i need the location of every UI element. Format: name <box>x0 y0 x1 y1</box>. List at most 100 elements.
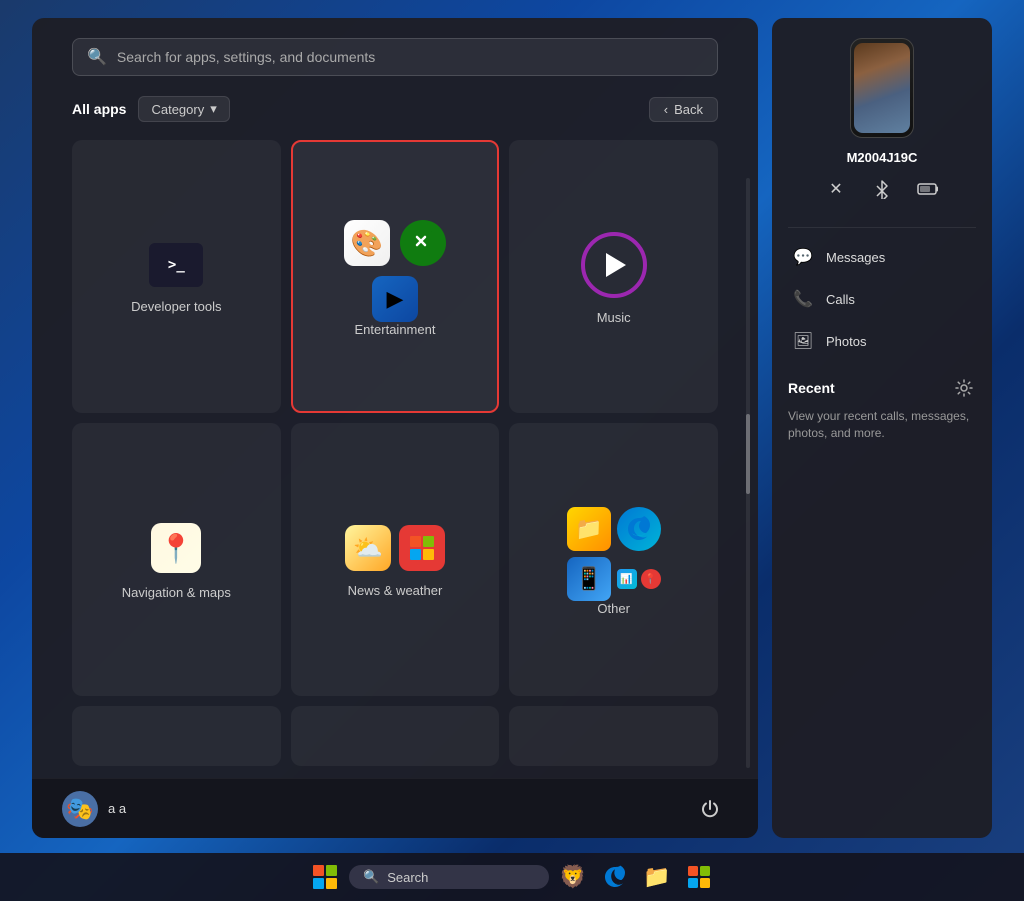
bluetooth-symbol <box>874 179 890 199</box>
tile-icons: >_ <box>82 243 271 287</box>
tile-other[interactable]: 📁 📱 📊 📍 Other <box>509 423 718 696</box>
tile-developer-tools[interactable]: >_ Developer tools <box>72 140 281 413</box>
tile-label: News & weather <box>348 583 443 598</box>
partial-tile-1[interactable] <box>72 706 281 766</box>
tile-icons: 📁 📱 📊 📍 <box>567 507 661 601</box>
search-icon: 🔍 <box>87 47 107 67</box>
win-logo-cell-4 <box>326 878 337 889</box>
tile-news-weather[interactable]: ⛅ News & weather <box>291 423 500 696</box>
phone-action-icons: ✕ <box>788 175 976 203</box>
start-footer: 🎭 a a <box>32 778 758 838</box>
play-icon <box>606 253 626 277</box>
category-label: Category <box>151 102 204 117</box>
xbox-icon <box>400 220 446 266</box>
win-logo-cell-1 <box>313 865 324 876</box>
phone-panel: M2004J19C ✕ 💬 Messages 📞 Calls 🖼 Photos <box>772 18 992 838</box>
file-explorer-icon: 📁 <box>567 507 611 551</box>
location-icon: 📍 <box>641 569 661 589</box>
phone-screen <box>854 43 910 133</box>
edge-icon <box>617 507 661 551</box>
tile-icons: 🎨 ▶ <box>335 220 455 322</box>
tile-entertainment[interactable]: 🎨 ▶ Entertainment <box>291 140 500 413</box>
tile-icons <box>519 232 708 298</box>
scrollbar-thumb[interactable] <box>746 414 750 494</box>
username: a a <box>108 801 126 816</box>
tile-music[interactable]: Music <box>509 140 718 413</box>
back-label: Back <box>674 102 703 117</box>
start-menu: 🔍 Search for apps, settings, and documen… <box>32 18 758 838</box>
edge-taskbar-icon <box>603 865 627 889</box>
settings-icon[interactable] <box>952 376 976 400</box>
terminal-icon: >_ <box>149 243 203 287</box>
win-logo-cell-3 <box>313 878 324 889</box>
menu-item-photos[interactable]: 🖼 Photos <box>788 320 976 362</box>
recent-description: View your recent calls, messages, photos… <box>788 408 976 442</box>
menu-item-messages[interactable]: 💬 Messages <box>788 236 976 278</box>
partial-tile-row <box>32 706 758 778</box>
windows-button[interactable] <box>307 859 343 895</box>
maps-icon: 📍 <box>151 523 201 573</box>
taskbar-search-icon: 🔍 <box>363 869 379 885</box>
tile-label: Music <box>597 310 631 325</box>
msn-logo <box>409 535 435 561</box>
battery-symbol <box>917 182 939 196</box>
recent-title: Recent <box>788 380 835 396</box>
bluetooth-icon[interactable] <box>868 175 896 203</box>
menu-item-calls[interactable]: 📞 Calls <box>788 278 976 320</box>
taskbar-file-explorer-icon[interactable]: 📁 <box>639 859 675 895</box>
all-apps-label: All apps <box>72 101 126 117</box>
back-button[interactable]: ‹ Back <box>649 97 718 122</box>
partial-tile-2[interactable] <box>291 706 500 766</box>
photos-icon: 🖼 <box>792 330 814 352</box>
taskbar-search-label: Search <box>387 870 428 885</box>
gear-icon <box>955 379 973 397</box>
battery-icon[interactable] <box>914 175 942 203</box>
photos-label: Photos <box>826 334 866 349</box>
tile-icons: 📍 <box>82 523 271 573</box>
taskbar-lion-icon[interactable]: 🦁 <box>555 859 591 895</box>
user-avatar[interactable]: 🎭 <box>62 791 98 827</box>
paint-icon: 🎨 <box>344 220 390 266</box>
chevron-down-icon: ▾ <box>210 101 217 117</box>
close-icon[interactable]: ✕ <box>822 175 850 203</box>
taskbar-center: 🔍 Search 🦁 📁 <box>307 859 717 895</box>
taskbar-store-icon[interactable] <box>681 859 717 895</box>
messages-icon: 💬 <box>792 246 814 268</box>
extra-icons: 📊 📍 <box>617 557 661 601</box>
power-button[interactable] <box>692 791 728 827</box>
taskbar-edge-icon[interactable] <box>597 859 633 895</box>
tile-label: Developer tools <box>131 299 221 314</box>
weather-icon: ⛅ <box>345 525 391 571</box>
phone-image <box>850 38 914 138</box>
movies-icon: ▶ <box>372 276 418 322</box>
scrollbar-track[interactable] <box>746 178 750 768</box>
messages-label: Messages <box>826 250 885 265</box>
app-grid: >_ Developer tools 🎨 ▶ Entertainment <box>32 130 758 706</box>
calls-label: Calls <box>826 292 855 307</box>
tile-label: Entertainment <box>355 322 436 337</box>
windows-logo <box>313 865 337 889</box>
taskbar: 🔍 Search 🦁 📁 <box>0 853 1024 901</box>
tile-icons: ⛅ <box>301 525 490 571</box>
apps-header: All apps Category ▾ ‹ Back <box>32 88 758 130</box>
stats-icon: 📊 <box>617 569 637 589</box>
device-name: M2004J19C <box>788 150 976 165</box>
taskbar-search[interactable]: 🔍 Search <box>349 865 549 889</box>
category-button[interactable]: Category ▾ <box>138 96 229 122</box>
msn-icon <box>399 525 445 571</box>
store-icon <box>687 865 711 889</box>
tile-label: Navigation & maps <box>122 585 231 600</box>
partial-tile-3[interactable] <box>509 706 718 766</box>
tile-navigation-maps[interactable]: 📍 Navigation & maps <box>72 423 281 696</box>
start-search-box[interactable]: 🔍 Search for apps, settings, and documen… <box>72 38 718 76</box>
phone-link-icon: 📱 <box>567 557 611 601</box>
power-icon <box>700 799 720 819</box>
recent-header: Recent <box>788 376 976 400</box>
edge-logo <box>626 516 652 542</box>
music-icon <box>581 232 647 298</box>
tile-label: Other <box>597 601 630 616</box>
chevron-left-icon: ‹ <box>664 102 668 117</box>
divider <box>788 227 976 228</box>
calls-icon: 📞 <box>792 288 814 310</box>
xbox-logo <box>409 229 437 257</box>
